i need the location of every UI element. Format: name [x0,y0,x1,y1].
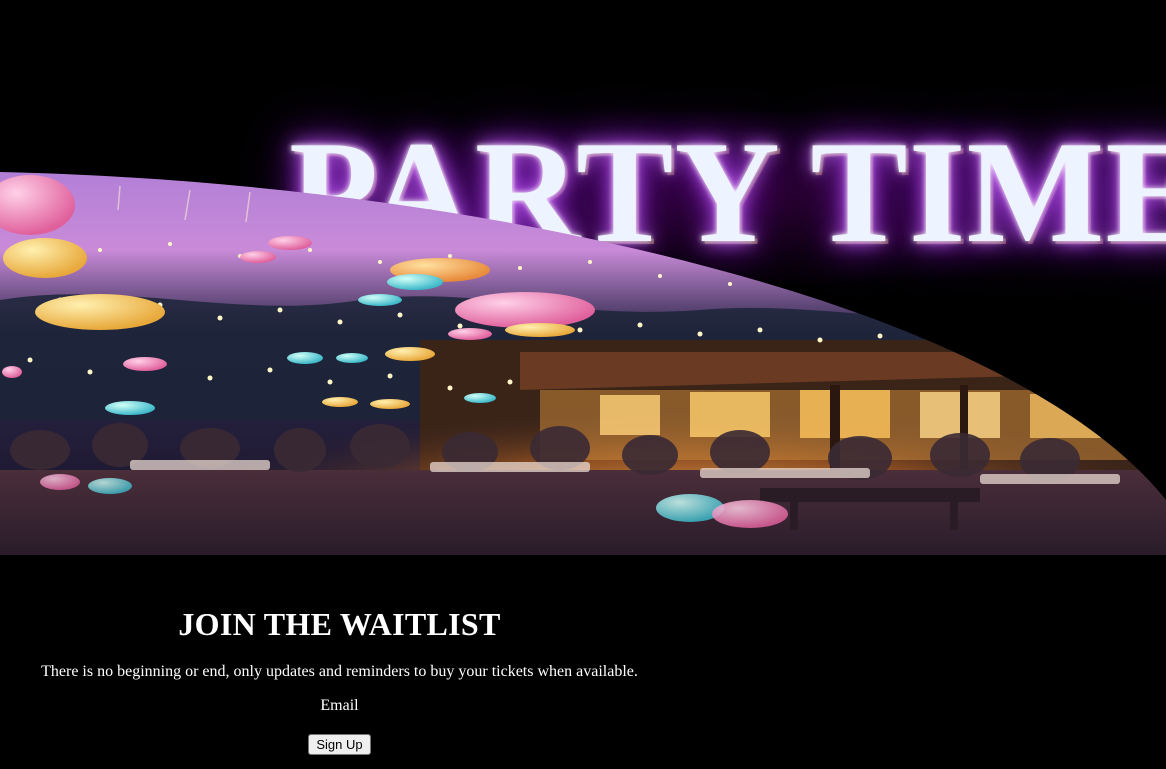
email-label: Email [320,697,359,714]
hero-section: PARTY TIME [0,0,1166,555]
page: PARTY TIME JOIN THE WAITLIST There is no… [0,0,1166,769]
waitlist-section: JOIN THE WAITLIST There is no beginning … [0,555,679,769]
waitlist-heading: JOIN THE WAITLIST [178,606,501,642]
waitlist-description: There is no beginning or end, only updat… [41,663,638,680]
hero-party-image [0,172,1166,555]
sign-up-button[interactable]: Sign Up [308,734,371,755]
